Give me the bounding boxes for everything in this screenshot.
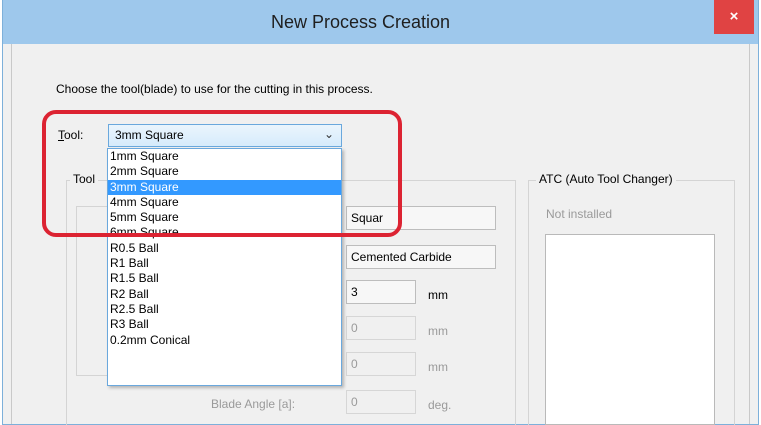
tool-label-text: ool: <box>64 128 84 142</box>
tool-option[interactable]: 6mm Square <box>108 225 341 240</box>
tool-length-unit: mm <box>428 324 448 338</box>
atc-tool-list <box>545 234 715 425</box>
blade-angle-field: 0 <box>346 390 416 414</box>
atc-status: Not installed <box>546 207 613 221</box>
chevron-down-icon[interactable]: ⌄ <box>324 127 334 141</box>
tool-option-highlighted[interactable]: 3mm Square <box>108 179 341 195</box>
tool-group-title: Tool <box>70 172 99 186</box>
tool-diameter-unit: mm <box>428 288 448 302</box>
tool-option[interactable]: R1.5 Ball <box>108 271 341 286</box>
tool-length-field: 0 <box>346 316 416 340</box>
tool-option[interactable]: R0.5 Ball <box>108 241 341 256</box>
tool-option[interactable]: 2mm Square <box>108 164 341 179</box>
tool-option[interactable]: R1 Ball <box>108 256 341 271</box>
tool-option[interactable]: R3 Ball <box>108 317 341 332</box>
dialog-title: New Process Creation <box>270 12 451 32</box>
tool-radius-field: 0 <box>346 352 416 376</box>
close-button[interactable]: × <box>714 0 754 34</box>
tool-radius-unit: mm <box>428 360 448 374</box>
tool-select[interactable]: 3mm Square ⌄ <box>108 124 342 147</box>
tool-option[interactable]: R2 Ball <box>108 287 341 302</box>
tool-type-field: Squar <box>346 206 496 230</box>
tool-select-value: 3mm Square <box>115 128 184 142</box>
atc-group-title: ATC (Auto Tool Changer) <box>536 172 676 186</box>
tool-dropdown-list[interactable]: 1mm Square 2mm Square 3mm Square 4mm Squ… <box>107 148 342 386</box>
tool-label: Tool: <box>58 128 83 142</box>
tool-option[interactable]: 0.2mm Conical <box>108 333 341 348</box>
tool-material-field: Cemented Carbide <box>346 245 496 269</box>
tool-option[interactable]: 1mm Square <box>108 149 341 164</box>
tool-option[interactable]: 4mm Square <box>108 195 341 210</box>
title-bar[interactable]: New Process Creation × <box>3 0 758 44</box>
blade-angle-unit: deg. <box>428 398 452 412</box>
tool-diameter-field[interactable]: 3 <box>346 280 416 304</box>
instruction-text: Choose the tool(blade) to use for the cu… <box>56 82 373 96</box>
blade-angle-label: Blade Angle [a]: <box>211 397 296 411</box>
tool-option[interactable]: 5mm Square <box>108 210 341 225</box>
tool-option[interactable]: R2.5 Ball <box>108 302 341 317</box>
